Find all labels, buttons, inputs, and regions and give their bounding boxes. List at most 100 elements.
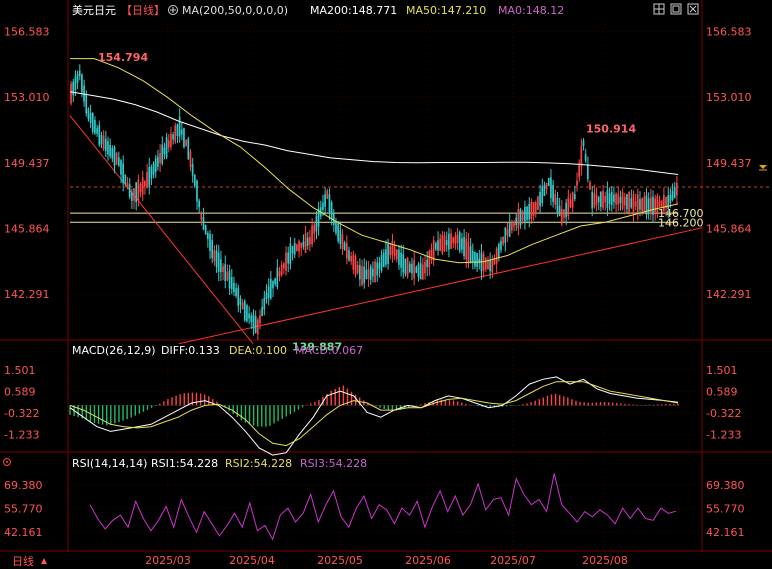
candle-body (587, 164, 589, 180)
candle-body (274, 278, 276, 284)
candle-body (343, 242, 346, 250)
candle-body (280, 264, 283, 275)
candle-body (154, 158, 157, 173)
candle-body (291, 246, 294, 254)
candle-body (328, 193, 331, 213)
candle-body (265, 292, 268, 300)
y-tick-label-left: 1.501 (4, 364, 36, 377)
x-tick-label: 2025/06 (405, 554, 451, 567)
candle-body (146, 172, 148, 188)
candle-body (239, 298, 242, 305)
candle-body (256, 319, 259, 335)
candle-body (556, 197, 559, 213)
candle-body (283, 263, 285, 269)
candle-body (613, 194, 615, 203)
period-label: 【日线】 (121, 3, 165, 17)
y-tick-label-left: -0.322 (4, 407, 39, 420)
candle-body (339, 230, 342, 244)
candle-body (398, 249, 400, 265)
candle-body (261, 307, 263, 316)
ma200-value: MA200:148.771 (310, 4, 397, 17)
candle-body (170, 133, 172, 147)
candle-body (241, 302, 244, 310)
y-tick-label-right: 1.501 (706, 364, 738, 377)
candle-body (131, 192, 133, 201)
candle-body (541, 186, 544, 204)
candle-body (135, 182, 138, 203)
candle-body (602, 190, 604, 208)
candle-body (224, 264, 227, 282)
candle-body (100, 134, 103, 145)
candle-body (246, 305, 248, 322)
candle-body (385, 249, 387, 265)
candle-body (302, 241, 305, 247)
candle-body (567, 197, 570, 216)
y-tick-label-left: 55.770 (4, 503, 43, 516)
candle-body (378, 263, 381, 269)
candle-body (337, 223, 339, 242)
y-tick-label-left: 149.437 (4, 157, 50, 170)
candle-body (482, 254, 485, 272)
candle-body (478, 258, 481, 264)
candle-body (669, 194, 672, 203)
candle-body (300, 242, 303, 249)
candle-body (220, 259, 222, 273)
candle-body (395, 249, 398, 259)
candle-body (652, 196, 654, 215)
y-tick-label-right: 42.161 (706, 526, 745, 539)
candle-body (204, 224, 207, 235)
candle-body (543, 185, 546, 196)
support-level-label: 146.200 (658, 216, 704, 229)
candle-body (226, 271, 229, 281)
macd-formula: MACD(26,12,9) (72, 344, 156, 357)
y-tick-label-right: 145.864 (706, 222, 752, 235)
candle-body (654, 198, 656, 212)
period-button-label: 日线 (12, 554, 34, 568)
candle-body (200, 213, 203, 220)
candle-body (198, 200, 200, 208)
candle-body (133, 188, 135, 201)
candle-body (296, 244, 298, 251)
candle-body (272, 281, 274, 289)
candle-body (72, 81, 75, 96)
rsi2-value: RSI2:54.228 (225, 457, 292, 470)
candle-body (671, 191, 674, 201)
candle-body (289, 243, 292, 265)
candle-body (474, 251, 476, 267)
candle-body (304, 233, 307, 253)
candle-body (89, 113, 92, 123)
candle-body (150, 166, 153, 179)
candle-body (452, 237, 455, 244)
candle-body (187, 138, 190, 159)
candle-body (172, 134, 174, 140)
candle-body (98, 125, 101, 146)
candle-body (495, 248, 498, 264)
candle-body (243, 300, 246, 321)
candle-body (421, 264, 424, 280)
candle-body (456, 234, 459, 244)
candle-body (580, 146, 583, 167)
candle-body (165, 137, 168, 158)
candle-body (356, 264, 359, 273)
candle-body (176, 124, 179, 136)
candle-body (491, 260, 494, 273)
candle-body (354, 256, 357, 275)
y-tick-label-left: 153.010 (4, 91, 50, 104)
candle-body (660, 200, 663, 207)
y-tick-label-right: 153.010 (706, 91, 752, 104)
candle-body (91, 112, 94, 132)
candle-body (573, 194, 576, 200)
candle-body (463, 236, 465, 257)
candle-body (435, 243, 437, 250)
candle-body (626, 194, 628, 210)
candle-body (341, 234, 344, 249)
candle-body (345, 243, 348, 259)
candle-body (102, 135, 105, 149)
candle-body (117, 157, 120, 166)
rsi-formula: RSI(14,14,14) (72, 457, 147, 470)
y-tick-label-right: 69.380 (706, 479, 745, 492)
candle-body (526, 206, 528, 220)
candle-body (402, 254, 405, 273)
candle-body (621, 192, 624, 209)
candle-body (552, 185, 554, 202)
